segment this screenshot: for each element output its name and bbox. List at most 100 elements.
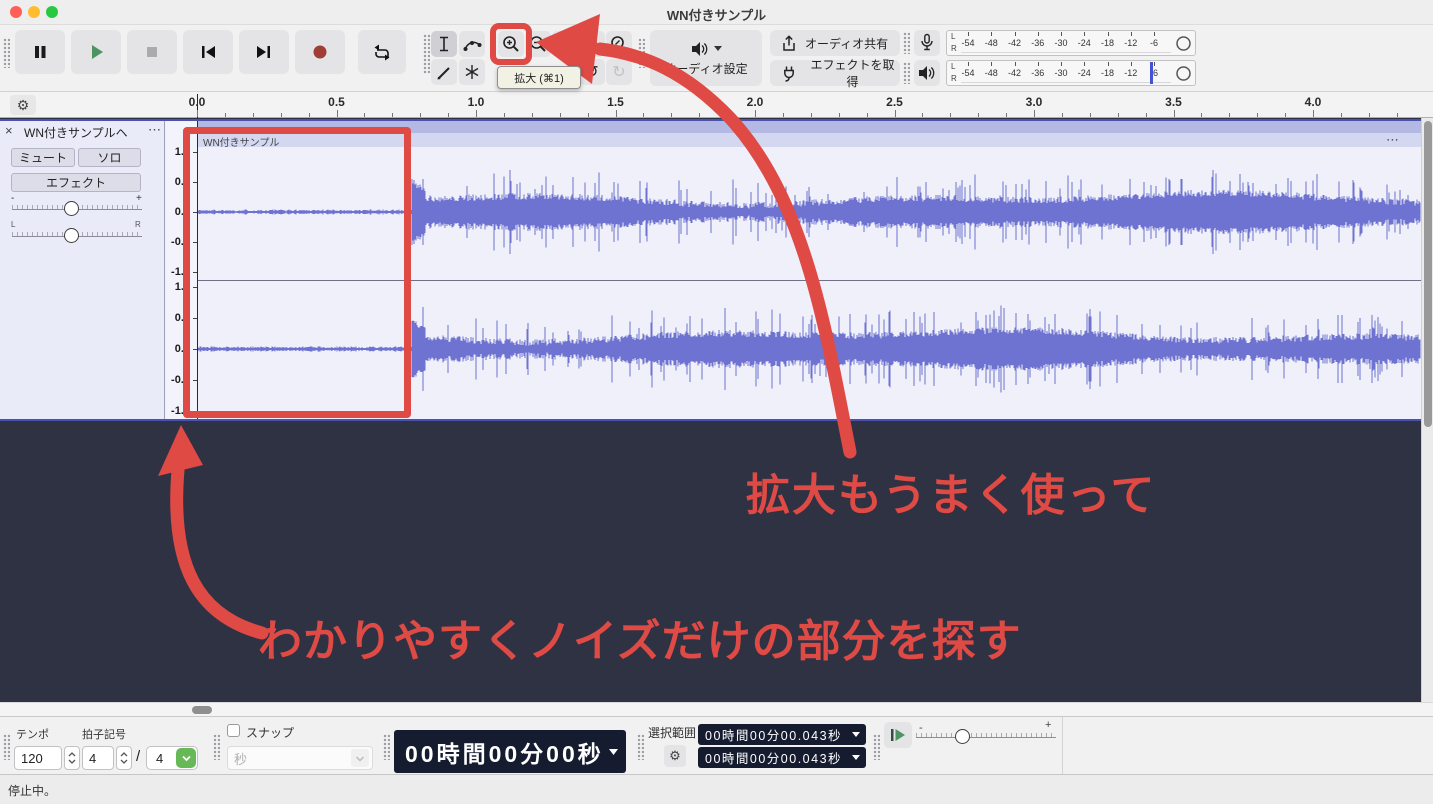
gain-max-label: +: [136, 193, 142, 204]
vertical-scrollbar[interactable]: [1421, 118, 1433, 702]
redo-icon: ↻: [612, 62, 625, 82]
time-toolbar-grip[interactable]: [383, 734, 390, 760]
undo-button[interactable]: ↺: [579, 59, 605, 85]
tempo-stepper[interactable]: [64, 746, 80, 770]
recording-meter-scale: -54-48-42-36-30-24-18-12-6: [947, 31, 1197, 57]
play-speed-slider[interactable]: [916, 733, 1056, 738]
solo-button[interactable]: ソロ: [78, 148, 141, 167]
vertical-scrollbar-thumb[interactable]: [1424, 121, 1432, 427]
meter-scale-tick: [1084, 62, 1085, 66]
select-chevron-icon: [176, 748, 196, 768]
timeline-tick: [1174, 110, 1175, 117]
meter-options-icon[interactable]: [1175, 65, 1192, 82]
play-at-speed-grip[interactable]: [873, 734, 880, 760]
loop-button[interactable]: [358, 30, 406, 74]
timesig-lower-select[interactable]: 4: [146, 746, 198, 770]
play-at-speed-button[interactable]: [884, 722, 912, 748]
snap-unit-combo[interactable]: 秒: [227, 746, 373, 770]
combo-chevron-icon[interactable]: [351, 749, 369, 767]
pause-button[interactable]: [15, 30, 65, 74]
speaker-icon: [917, 64, 937, 82]
selection-options-button[interactable]: ⚙: [664, 745, 686, 767]
record-button[interactable]: [295, 30, 345, 74]
playback-meter-speaker-button[interactable]: [914, 60, 940, 86]
record-meter-mic-button[interactable]: [914, 30, 940, 56]
timeline-options-button[interactable]: ⚙: [10, 95, 36, 115]
meter-options-icon[interactable]: [1175, 35, 1192, 52]
audio-setup-toolbar-grip[interactable]: [638, 38, 645, 68]
skip-to-end-button[interactable]: [239, 30, 289, 74]
timeline-tick: [1229, 113, 1230, 117]
timesig-upper-input[interactable]: 4: [82, 746, 114, 770]
transport-toolbar-grip[interactable]: [3, 38, 10, 68]
horizontal-scrollbar-thumb[interactable]: [192, 706, 212, 714]
track-name[interactable]: WN付きサンプルヘ: [24, 124, 142, 141]
selection-start-field[interactable]: 00時間00分00.043秒: [698, 724, 866, 745]
track-close-button[interactable]: ×: [5, 123, 13, 138]
track-effects-button[interactable]: エフェクト: [11, 173, 141, 192]
audio-setup-label: オーディオ設定: [664, 60, 747, 77]
speed-max-label: +: [1045, 719, 1051, 731]
play-button[interactable]: [71, 30, 121, 74]
gear-icon: ⚙: [17, 97, 30, 114]
loop-icon: [370, 40, 394, 64]
pan-slider-knob[interactable]: [64, 228, 79, 243]
get-effects-button[interactable]: エフェクトを取得: [770, 60, 900, 86]
envelope-tool-button[interactable]: [459, 31, 485, 57]
snapping-toolbar-grip[interactable]: [213, 734, 220, 760]
gain-slider-knob[interactable]: [64, 201, 79, 216]
skip-to-end-icon: [252, 40, 276, 64]
time-display[interactable]: 00時間00分00秒: [394, 730, 626, 773]
selection-tool-button[interactable]: [431, 31, 457, 57]
selection-caret-icon[interactable]: [852, 732, 861, 738]
recording-meter-grip[interactable]: [903, 32, 910, 54]
playback-meter[interactable]: L R -54-48-42-36-30-24-18-12-6: [946, 60, 1196, 86]
timeline-tick: [420, 113, 421, 117]
play-speed-slider-knob[interactable]: [955, 729, 970, 744]
stop-button[interactable]: [127, 30, 177, 74]
timeline-tick: [1257, 113, 1258, 117]
time-display-caret-icon[interactable]: [609, 749, 619, 756]
timeline-tick: [783, 113, 784, 117]
meter-scale-tick: [1154, 62, 1155, 66]
toolbar-divider: [1062, 717, 1063, 774]
fit-selection-button[interactable]: [552, 31, 578, 57]
meter-scale-tick: [1108, 62, 1109, 66]
meter-scale-tick: [1015, 62, 1016, 66]
mute-button[interactable]: ミュート: [11, 148, 75, 167]
timeline-tick: [950, 113, 951, 117]
timeline-tick: [1313, 110, 1314, 117]
multi-tool-button[interactable]: [459, 59, 485, 85]
selection-end-field[interactable]: 00時間00分00.043秒: [698, 747, 866, 768]
clip-menu-icon[interactable]: ⋯: [1386, 132, 1399, 148]
effects-label: エフェクト: [46, 174, 106, 191]
status-bar: 停止中。: [0, 774, 1433, 804]
timeline-tick: [392, 113, 393, 117]
draw-tool-button[interactable]: [431, 59, 457, 85]
fit-project-button[interactable]: [579, 31, 605, 57]
recording-meter[interactable]: L R -54-48-42-36-30-24-18-12-6: [946, 30, 1196, 56]
meter-scale-value: -54: [957, 38, 979, 48]
audio-setup-button[interactable]: オーディオ設定: [650, 30, 762, 86]
selection-caret-icon[interactable]: [852, 755, 861, 761]
redo-button[interactable]: ↻: [606, 59, 632, 85]
timeline-tick: [532, 113, 533, 117]
share-audio-button[interactable]: オーディオ共有: [770, 30, 900, 56]
skip-to-start-button[interactable]: [183, 30, 233, 74]
timesig-stepper[interactable]: [116, 746, 132, 770]
tempo-input[interactable]: 120: [14, 746, 62, 770]
tools-toolbar-grip[interactable]: [423, 34, 430, 74]
timeline-label: 2.0: [741, 95, 769, 109]
timeline-ruler[interactable]: ⚙ 0.00.51.01.52.02.53.03.54.0: [0, 92, 1433, 118]
timeline-label: 1.5: [602, 95, 630, 109]
zoom-toggle-button[interactable]: [606, 31, 632, 57]
selection-toolbar-grip[interactable]: [637, 734, 644, 760]
playback-meter-grip[interactable]: [903, 62, 910, 84]
track-menu-button[interactable]: ⋯: [148, 122, 161, 138]
horizontal-scrollbar[interactable]: [0, 702, 1433, 716]
meter-scale-value: -6: [1143, 68, 1165, 78]
meter-scale-value: -12: [1120, 68, 1142, 78]
time-signature-toolbar-grip[interactable]: [3, 734, 10, 760]
meter-scale-tick: [1108, 32, 1109, 36]
snap-checkbox[interactable]: [227, 724, 240, 737]
